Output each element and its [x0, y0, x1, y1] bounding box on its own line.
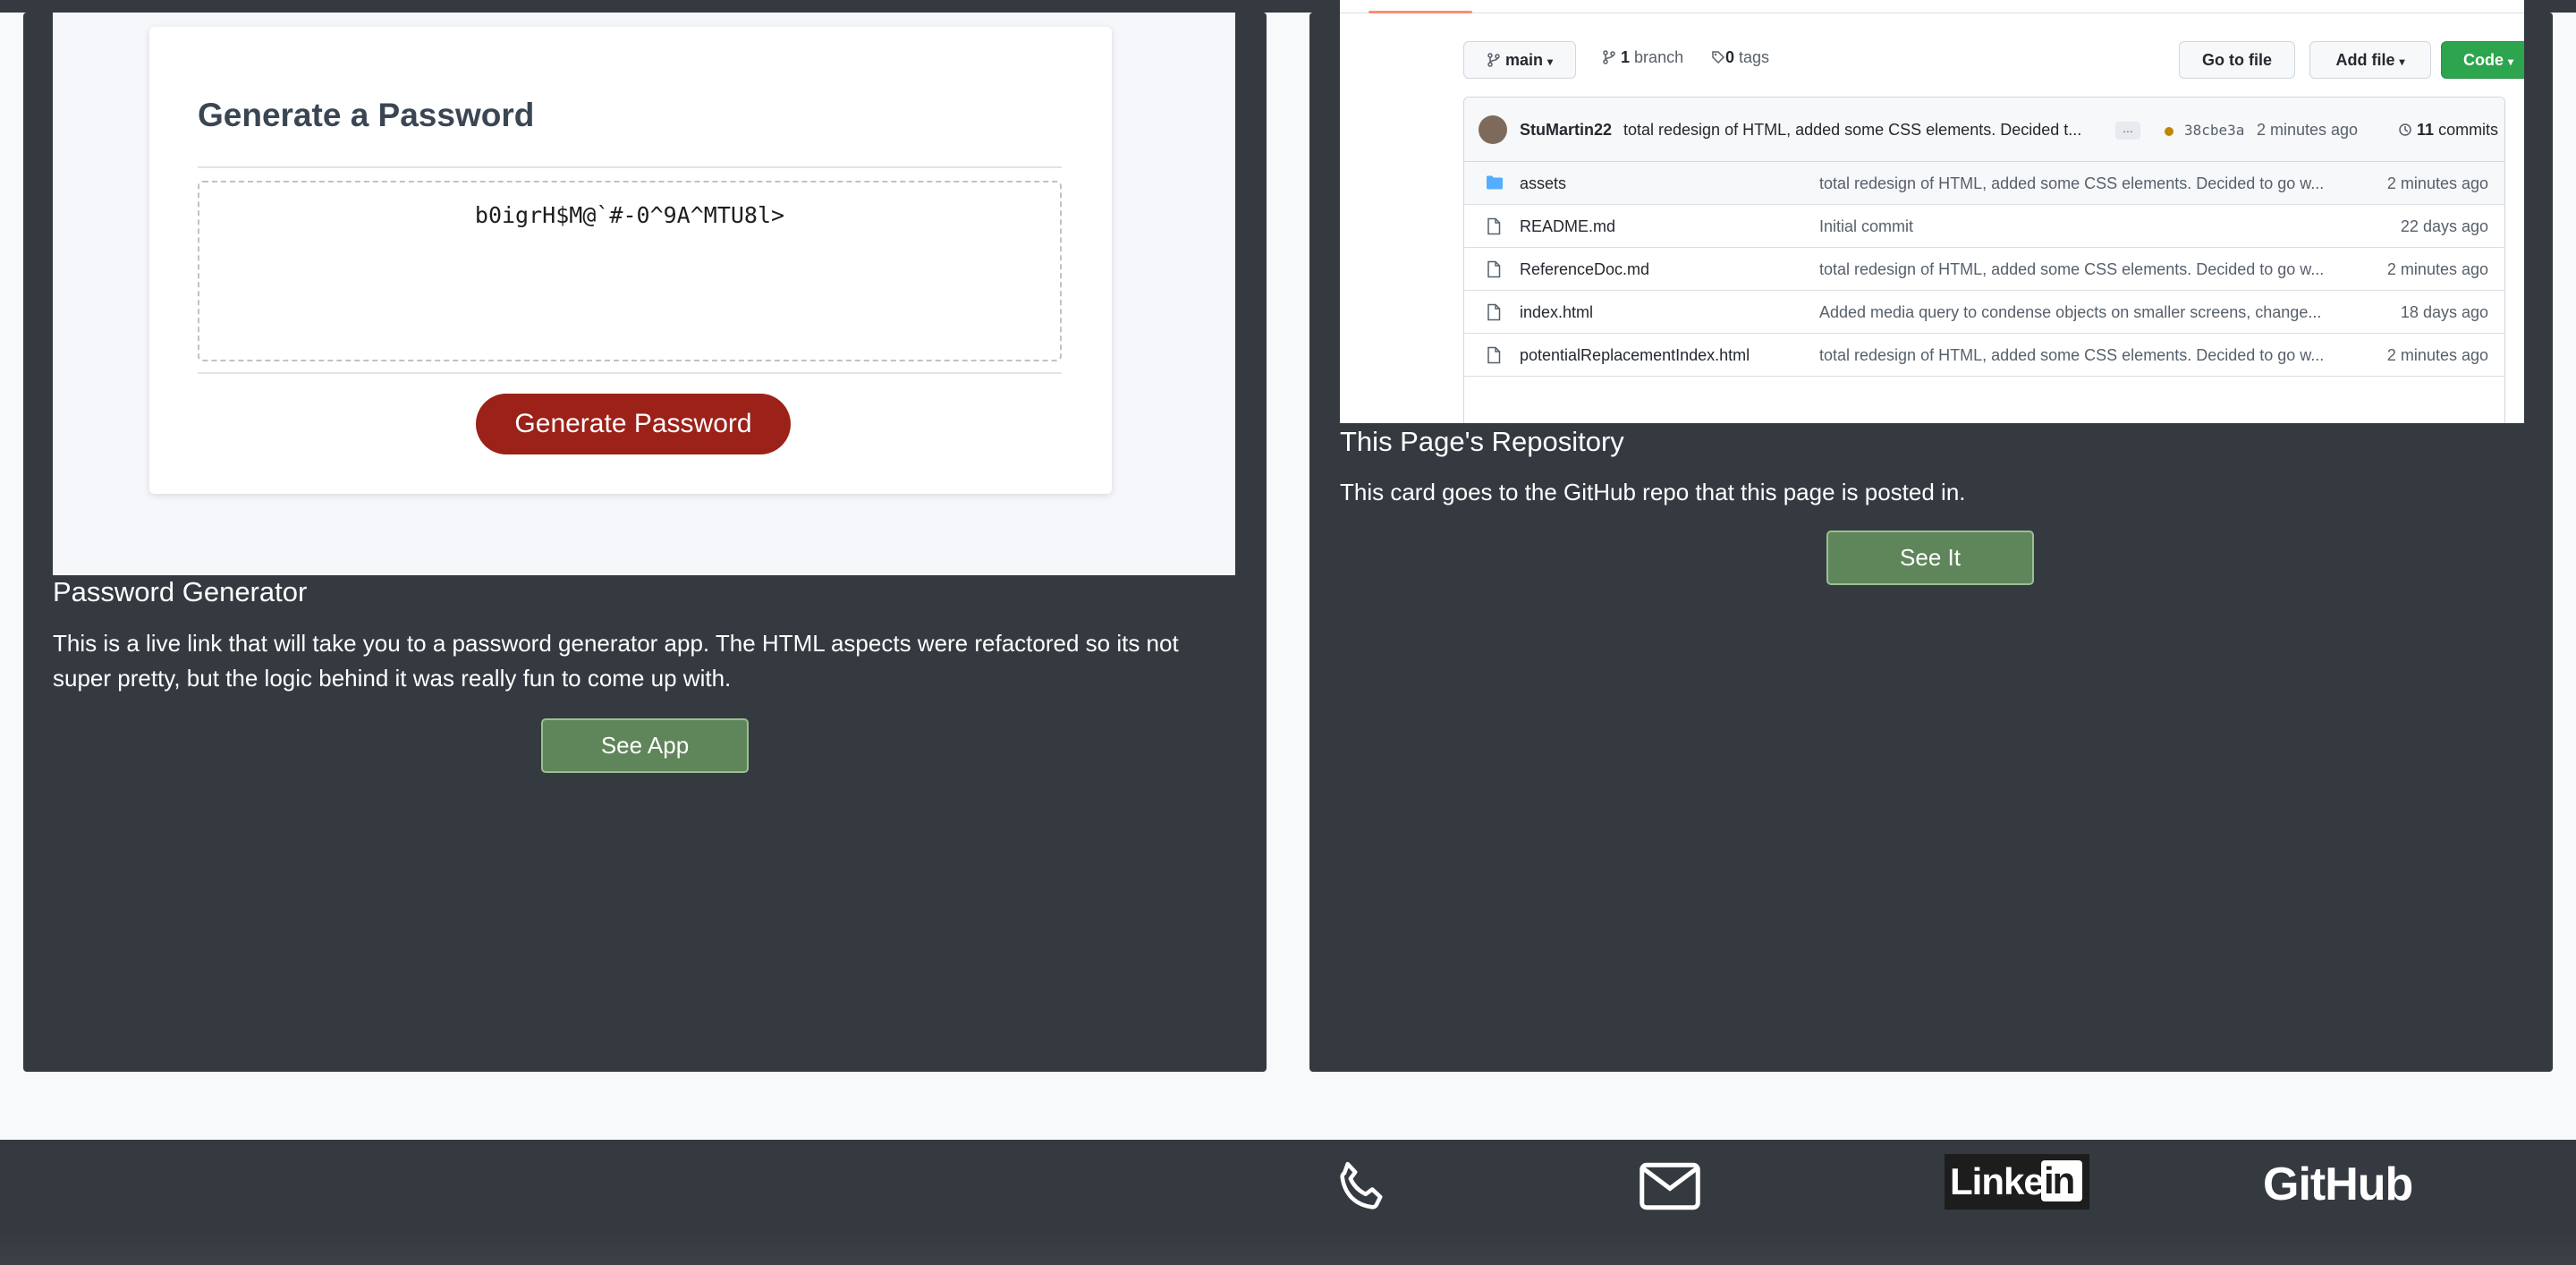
- file-age: 22 days ago: [2400, 217, 2488, 235]
- file-icon: [1486, 346, 1502, 369]
- branch-name: main: [1504, 51, 1543, 69]
- file-name: README.md: [1520, 217, 1616, 235]
- latest-commit-bar: StuMartin22 total redesign of HTML, adde…: [1464, 98, 2504, 162]
- commits-label: commits: [2438, 121, 2499, 139]
- file-icon: [1486, 303, 1502, 326]
- file-commit-message: total redesign of HTML, added some CSS e…: [1819, 346, 2325, 364]
- github-text: GitHub: [2263, 1159, 2413, 1210]
- file-age: 18 days ago: [2400, 303, 2488, 321]
- file-row: index.html Added media query to condense …: [1464, 291, 2504, 334]
- commit-message: total redesign of HTML, added some CSS e…: [1623, 121, 2082, 139]
- password-output-box: b0igrH$M@`#-0^9A^MTU8l>: [198, 181, 1062, 361]
- code-label: Code: [2462, 51, 2504, 69]
- linkedin-in-box: in: [2041, 1159, 2082, 1201]
- file-table: StuMartin22 total redesign of HTML, adde…: [1463, 97, 2505, 423]
- file-commit-message: total redesign of HTML, added some CSS e…: [1819, 174, 2325, 192]
- divider: [198, 166, 1062, 168]
- card-text: This card goes to the GitHub repo that t…: [1340, 479, 1966, 505]
- file-row: README.md Initial commit 22 days ago: [1464, 205, 2504, 248]
- file-name: ReferenceDoc.md: [1520, 260, 1650, 278]
- add-file-label: Add file: [2335, 51, 2395, 69]
- commit-author: StuMartin22: [1520, 121, 1613, 139]
- add-file-button: Add file ▾: [2309, 41, 2431, 79]
- card-title: This Page's Repository: [1340, 426, 1624, 457]
- password-output: b0igrH$M@`#-0^9A^MTU8l>: [474, 202, 785, 228]
- file-row: potentialReplacementIndex.html total rede…: [1464, 334, 2504, 377]
- file-commit-message: total redesign of HTML, added some CSS e…: [1819, 260, 2325, 278]
- file-commit-message: Added media query to condense objects on…: [1819, 303, 2322, 321]
- file-icon: [1486, 260, 1502, 283]
- branch-select: main ▾: [1463, 41, 1576, 79]
- git-branch-icon: [1487, 53, 1500, 67]
- code-button: Code ▾: [2441, 41, 2524, 79]
- preview-heading: Generate a Password: [198, 97, 535, 133]
- go-to-file-button: Go to file: [2179, 41, 2295, 79]
- commits-link: 11 commits: [2398, 121, 2498, 140]
- file-name: assets: [1520, 174, 1567, 192]
- github-logo[interactable]: GitHub: [2263, 1158, 2413, 1211]
- commit-time: 2 minutes ago: [2257, 121, 2359, 139]
- repository-preview-image: main ▾ 1 branch 0 tags Go to file Add fi…: [1340, 0, 2524, 423]
- file-row: assets total redesign of HTML, added some…: [1464, 162, 2504, 205]
- tags-count: 0: [1725, 48, 1735, 66]
- mail-icon[interactable]: [1639, 1161, 1701, 1211]
- see-it-button[interactable]: See It: [1826, 531, 2034, 585]
- phone-icon[interactable]: [1331, 1158, 1392, 1218]
- commit-hash: 38cbe3a: [2184, 122, 2245, 139]
- branches-count: 1: [1621, 48, 1631, 66]
- branches-label: branch: [1634, 48, 1684, 66]
- card-text: This is a live link that will take you t…: [53, 630, 1179, 692]
- file-age: 2 minutes ago: [2386, 260, 2488, 278]
- generate-password-button: Generate Password: [476, 394, 791, 454]
- divider: [198, 372, 1062, 374]
- chevron-down-icon: ▾: [1547, 55, 1554, 68]
- chevron-down-icon: ▾: [2507, 55, 2514, 68]
- file-commit-message: Initial commit: [1819, 217, 1914, 235]
- status-dot-icon: [2165, 127, 2174, 136]
- tags-link: 0 tags: [1711, 48, 1769, 67]
- expand-message-button: ...: [2115, 122, 2140, 140]
- file-name: index.html: [1520, 303, 1594, 321]
- file-age: 2 minutes ago: [2386, 346, 2488, 364]
- see-app-button[interactable]: See App: [541, 718, 749, 773]
- branches-link: 1 branch: [1602, 48, 1683, 67]
- chevron-down-icon: ▾: [2399, 55, 2405, 68]
- commits-count: 11: [2417, 121, 2435, 139]
- card-title: Password Generator: [53, 576, 308, 607]
- password-generator-card[interactable]: Generate a Password b0igrH$M@`#-0^9A^MTU…: [23, 13, 1267, 1072]
- folder-icon: [1486, 174, 1504, 195]
- linkedin-in: in: [2044, 1159, 2075, 1201]
- file-icon: [1486, 217, 1502, 240]
- active-tab-underline: [1368, 11, 1472, 13]
- file-row: ReferenceDoc.md total redesign of HTML, a…: [1464, 248, 2504, 291]
- file-name: potentialReplacementIndex.html: [1520, 346, 1750, 364]
- tags-label: tags: [1739, 48, 1770, 66]
- git-branch-icon: [1603, 50, 1615, 64]
- preview-panel: Generate a Password b0igrH$M@`#-0^9A^MTU…: [149, 27, 1112, 494]
- history-icon: [2399, 123, 2411, 136]
- file-age: 2 minutes ago: [2386, 174, 2488, 192]
- password-generator-preview-image: Generate a Password b0igrH$M@`#-0^9A^MTU…: [53, 13, 1235, 575]
- footer: Linked in GitHub: [0, 1140, 2576, 1265]
- linkedin-logo[interactable]: Linked in: [1945, 1154, 2089, 1210]
- avatar: [1479, 115, 1507, 144]
- tag-icon: [1712, 51, 1725, 64]
